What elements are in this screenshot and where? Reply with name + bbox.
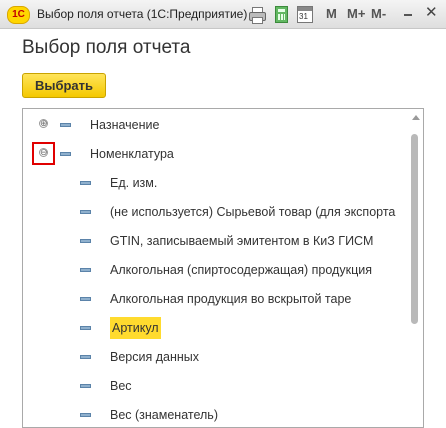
field-icon xyxy=(60,123,71,127)
tree-row-label: Вес xyxy=(110,379,132,393)
tree-row-article[interactable]: Артикул xyxy=(23,314,408,343)
field-icon xyxy=(80,239,91,243)
tree-row-label-selected: Артикул xyxy=(110,317,161,339)
tree-row-label: Ед. изм. xyxy=(110,176,158,190)
tree-row-label: Алкогольная (спиртосодержащая) продукция xyxy=(110,263,372,277)
tree-row-label: Назначение xyxy=(90,118,160,132)
field-icon xyxy=(80,384,91,388)
tree-row-raw-material[interactable]: (не используется) Сырьевой товар (для эк… xyxy=(23,198,408,227)
tree-row-gtin[interactable]: GTIN, записываемый эмитентом в КиЗ ГИСМ xyxy=(23,227,408,256)
expand-icon[interactable]: ⊕ xyxy=(39,119,48,128)
tree-row-weight-denominator[interactable]: Вес (знаменатель) xyxy=(23,401,408,427)
field-tree[interactable]: ⊕ Назначение ⊖ Номенклатура Ед. изм. (не… xyxy=(22,108,424,428)
field-icon xyxy=(80,355,91,359)
tree-row-alcohol-products[interactable]: Алкогольная (спиртосодержащая) продукция xyxy=(23,256,408,285)
memory-minus-button[interactable]: M- xyxy=(371,6,386,21)
field-icon xyxy=(80,297,91,301)
field-icon xyxy=(80,413,91,417)
tree-row-label: GTIN, записываемый эмитентом в КиЗ ГИСМ xyxy=(110,234,374,248)
report-field-selection-window: 1С Выбор поля отчета (1С:Предприятие) 31… xyxy=(0,0,446,428)
tree-row-data-version[interactable]: Версия данных xyxy=(23,343,408,372)
tree-row-alcohol-opened[interactable]: Алкогольная продукция во вскрытой таре xyxy=(23,285,408,314)
tree-row-label: Версия данных xyxy=(110,350,200,364)
calculator-icon[interactable] xyxy=(275,6,288,23)
select-button[interactable]: Выбрать xyxy=(22,73,106,98)
tree-row-weight[interactable]: Вес xyxy=(23,372,408,401)
field-icon xyxy=(80,326,91,330)
scroll-up-arrow-icon[interactable] xyxy=(412,115,420,120)
collapse-icon[interactable]: ⊖ xyxy=(39,148,48,157)
field-icon xyxy=(80,268,91,272)
field-icon xyxy=(60,152,71,156)
minimize-icon[interactable] xyxy=(404,14,412,16)
close-icon[interactable]: ✕ xyxy=(425,5,438,20)
app-logo: 1С xyxy=(7,6,30,24)
title-bar: 1С Выбор поля отчета (1С:Предприятие) 31… xyxy=(0,0,446,29)
tree-row-nomenclature[interactable]: ⊖ Номенклатура xyxy=(23,140,408,169)
tree-row-destination[interactable]: ⊕ Назначение xyxy=(23,111,408,140)
tree-row-unit[interactable]: Ед. изм. xyxy=(23,169,408,198)
calendar-icon[interactable]: 31 xyxy=(297,6,313,23)
tree-row-label: (не используется) Сырьевой товар (для эк… xyxy=(110,205,396,219)
memory-button[interactable]: M xyxy=(326,6,337,21)
vertical-scrollbar[interactable] xyxy=(408,109,423,427)
window-title: Выбор поля отчета (1С:Предприятие) xyxy=(37,7,248,21)
tree-row-label: Номенклатура xyxy=(90,147,174,161)
tree-row-label: Вес (знаменатель) xyxy=(110,408,218,422)
memory-plus-button[interactable]: M+ xyxy=(347,6,365,21)
scroll-thumb[interactable] xyxy=(411,134,418,324)
field-icon xyxy=(80,181,91,185)
page-title: Выбор поля отчета xyxy=(22,37,191,58)
tree-row-label: Алкогольная продукция во вскрытой таре xyxy=(110,292,352,306)
printer-icon[interactable] xyxy=(248,6,266,24)
field-icon xyxy=(80,210,91,214)
